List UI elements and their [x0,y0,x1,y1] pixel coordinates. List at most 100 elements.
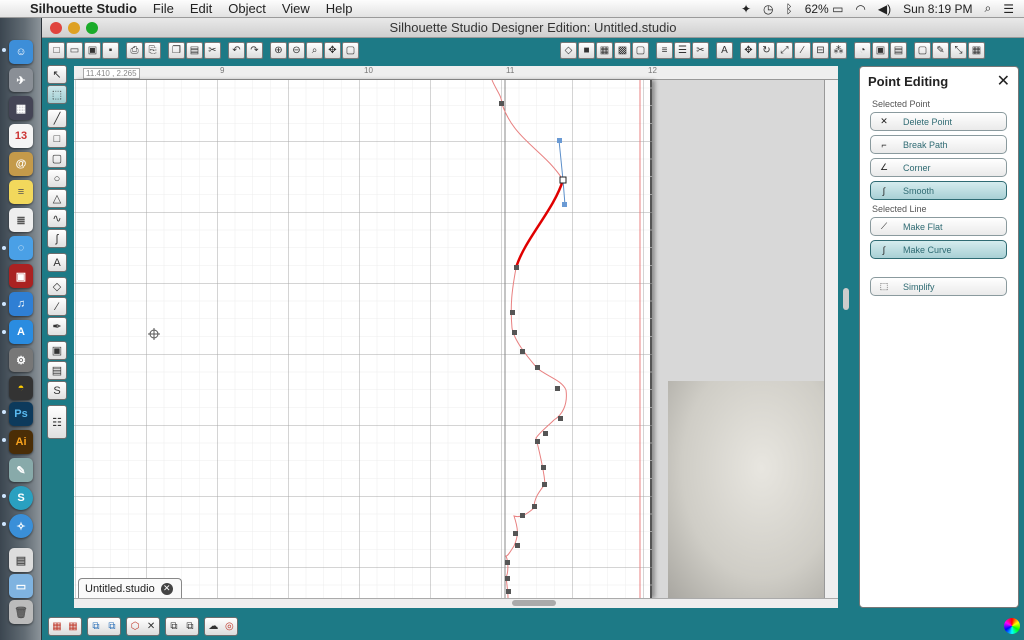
document-tab[interactable]: Untitled.studio ✕ [78,578,182,598]
transform-icon[interactable]: ✥ [740,41,757,59]
bluetooth-icon[interactable]: ᛒ [786,2,793,16]
cut-settings-icon[interactable]: ▣ [47,341,67,360]
bezier-handle[interactable] [557,138,562,143]
make-release-compound-button[interactable]: ⧉ ⧉ [87,616,121,636]
volume-icon[interactable]: ◀) [878,2,891,16]
copy-icon[interactable]: ❐ [168,41,185,59]
pan-icon[interactable]: ✥ [324,41,341,59]
cut-style-icon[interactable]: ✂ [692,41,709,59]
preview-icon[interactable]: ✎ [9,458,33,482]
menu-help[interactable]: Help [326,1,353,16]
battery-status[interactable]: 62% ▭ [805,2,844,16]
line-tool-icon[interactable]: ╱ [47,109,67,128]
line-weight-icon[interactable]: ☰ [674,41,691,59]
rounded-rectangle-tool-icon[interactable]: ▢ [47,149,67,168]
menu-view[interactable]: View [282,1,310,16]
corner-button[interactable]: ∠ Corner [870,158,1007,177]
arrange-button[interactable]: ⧉ ⧉ [165,616,199,636]
freehand-tool-icon[interactable]: ʃ [47,229,67,248]
open-file-icon[interactable]: ▭ [66,41,83,59]
zoom-in-icon[interactable]: ⊕ [270,41,287,59]
library-icon[interactable]: ▤ [47,361,67,380]
menu-file[interactable]: File [153,1,174,16]
pencil-icon[interactable]: ✎ [932,41,949,59]
calendar-icon[interactable]: 13 [9,124,33,148]
zoom-window-button[interactable] [86,22,98,34]
select-tool-icon[interactable]: ↖ [47,65,67,84]
vertical-scrollbar[interactable] [840,66,852,598]
canvas-drawing[interactable] [74,79,652,598]
address-book-icon[interactable]: @ [9,152,33,176]
online-store-icon[interactable]: S [47,381,67,400]
pattern-icon[interactable]: ▩ [614,41,631,59]
cut-to-device-icon[interactable]: ⎘ [144,41,161,59]
wifi-icon[interactable]: ◠ [855,2,865,16]
new-file-icon[interactable]: □ [48,41,65,59]
weld-delete-button[interactable]: ⬡ ✕ [126,616,160,636]
system-preferences-icon[interactable]: ⚙ [9,348,33,372]
offset-icon[interactable]: ▣ [872,41,889,59]
minimize-window-button[interactable] [68,22,80,34]
list-icon[interactable]: ☰ [1003,2,1014,16]
downloads-folder-icon[interactable]: ▭ [9,574,33,598]
eraser-tool-icon[interactable]: ◇ [47,277,67,296]
cutting-mat-page[interactable] [74,79,652,598]
messages-icon[interactable]: ◌ [9,236,33,260]
fill-bucket-icon[interactable]: ◇ [560,41,577,59]
selected-point[interactable] [559,176,567,184]
app-menu[interactable]: Silhouette Studio [30,1,137,16]
color-wheel-icon[interactable] [1004,618,1020,634]
break-path-button[interactable]: ⌐ Break Path [870,135,1007,154]
bezier-handle[interactable] [562,202,567,207]
finder-icon[interactable]: ☺ [9,40,33,64]
make-flat-button[interactable]: ⟋ Make Flat [870,217,1007,236]
dropbox-icon[interactable]: ✦ [741,2,751,16]
delete-point-button[interactable]: ✕ Delete Point [870,112,1007,131]
line-style-icon[interactable]: ≡ [656,41,673,59]
itunes-icon[interactable]: ♫ [9,292,33,316]
close-tab-icon[interactable]: ✕ [160,582,173,595]
undo-icon[interactable]: ↶ [228,41,245,59]
text-tool-icon[interactable]: A [47,253,67,272]
library-save-button[interactable]: ☁ ◎ [204,616,238,636]
layers-icon[interactable]: ☷ [47,405,67,439]
paste-icon[interactable]: ▤ [186,41,203,59]
illustrator-icon[interactable]: Ai [9,430,33,454]
rectangle-tool-icon[interactable]: □ [47,129,67,148]
spotlight-icon[interactable]: ⌕ [985,1,992,16]
save-to-library-icon[interactable]: ▪ [102,41,119,59]
safari-icon[interactable]: ✧ [9,514,33,538]
scissors-icon[interactable]: ✂ [204,41,221,59]
fit-to-page-icon[interactable]: ▢ [342,41,359,59]
notes-icon[interactable]: ≣ [9,208,33,232]
menu-clock[interactable]: Sun 8:19 PM [903,2,972,16]
knife-tool-icon[interactable]: ∕ [47,297,67,316]
iphoto-icon[interactable]: ◓ [9,376,33,400]
menu-object[interactable]: Object [228,1,266,16]
app-store-icon[interactable]: A [9,320,33,344]
print-icon[interactable]: ⎙ [126,41,143,59]
photoshop-icon[interactable]: Ps [9,402,33,426]
text-style-icon[interactable]: A [716,41,733,59]
zoom-out-icon[interactable]: ⊖ [288,41,305,59]
close-panel-icon[interactable]: ✕ [997,71,1010,91]
eyedropper-tool-icon[interactable]: ✒ [47,317,67,336]
save-icon[interactable]: ▣ [84,41,101,59]
shear-icon[interactable]: ∕ [794,41,811,59]
menu-edit[interactable]: Edit [190,1,212,16]
simplify-button[interactable]: ⬚ Simplify [870,277,1007,296]
silhouette-studio-icon[interactable]: S [9,486,33,510]
time-machine-icon[interactable]: ◷ [763,2,773,16]
zoom-selection-icon[interactable]: ⌕ [306,41,323,59]
trace-icon[interactable]: ▤ [890,41,907,59]
ellipse-tool-icon[interactable]: ○ [47,169,67,188]
launchpad-icon[interactable]: ✈ [9,68,33,92]
mission-control-icon[interactable]: ▦ [9,96,33,120]
vertical-scroll-thumb[interactable] [843,288,849,310]
grid-icon[interactable]: ▦ [968,41,985,59]
redo-icon[interactable]: ↷ [246,41,263,59]
make-curve-button[interactable]: ∫ Make Curve [870,240,1007,259]
line-color-icon[interactable]: ▢ [632,41,649,59]
documents-folder-icon[interactable]: ▤ [9,548,33,572]
scale-icon[interactable]: ⤢ [776,41,793,59]
